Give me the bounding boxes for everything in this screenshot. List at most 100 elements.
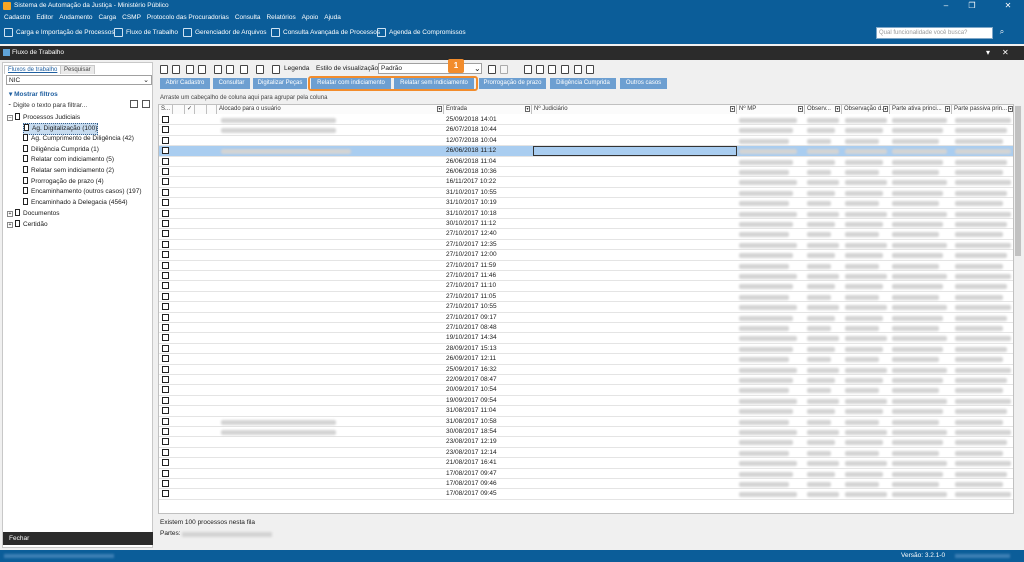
table-row[interactable]: 27/10/2017 08:48	[159, 323, 1013, 334]
row-checkbox[interactable]	[162, 168, 169, 175]
toolbar-fluxo[interactable]: Fluxo de Trabalho	[114, 28, 178, 38]
column-header-parte-ativa[interactable]: Parte ativa princi... ▾	[890, 105, 952, 114]
menu-consulta[interactable]: Consulta	[235, 12, 261, 23]
columns-icon[interactable]	[536, 65, 544, 74]
menu-csmp[interactable]: CSMP	[122, 12, 141, 23]
row-checkbox[interactable]	[162, 261, 169, 269]
filter-icon[interactable]: ▾	[798, 106, 803, 112]
tree-item-prorrogacao[interactable]: Prorrogação de prazo (4)	[23, 177, 104, 187]
minimize-icon[interactable]: –	[933, 0, 959, 12]
column-header-observacao[interactable]: Observação d... ▾	[842, 105, 890, 114]
menu-editor[interactable]: Editor	[36, 12, 53, 23]
table-row[interactable]: 26/06/2018 10:36	[159, 167, 1013, 178]
row-checkbox[interactable]	[162, 272, 169, 279]
table-row[interactable]: 23/08/2017 12:14	[159, 448, 1013, 459]
toolbar-consulta[interactable]: Consulta Avançada de Processos	[271, 28, 380, 38]
menu-andamento[interactable]: Andamento	[59, 12, 92, 23]
table-row[interactable]: 31/08/2017 11:04	[159, 406, 1013, 417]
row-checkbox[interactable]	[162, 324, 169, 331]
row-checkbox[interactable]	[162, 240, 169, 248]
table-row[interactable]: 26/06/2018 11:12	[159, 146, 1013, 157]
tree-root-documentos[interactable]: + Documentos	[7, 209, 60, 219]
row-checkbox[interactable]	[162, 303, 169, 311]
row-checkbox[interactable]	[162, 313, 169, 321]
table-row[interactable]: 28/09/2017 15:13	[159, 344, 1013, 355]
row-checkbox[interactable]	[162, 157, 169, 165]
row-checkbox[interactable]	[162, 292, 169, 300]
row-checkbox[interactable]	[162, 220, 169, 227]
row-checkbox[interactable]	[162, 355, 169, 363]
filter-icon[interactable]	[574, 65, 582, 74]
open-record-button[interactable]: Abrir Cadastro	[160, 78, 210, 89]
row-checkbox[interactable]	[162, 282, 169, 290]
scrollbar-thumb[interactable]	[1015, 106, 1021, 256]
tree-item-delegacia[interactable]: Encaminhado à Delegacia (4564)	[23, 198, 127, 208]
column-header-status[interactable]: S...	[159, 105, 173, 114]
table-row[interactable]: 27/10/2017 11:05	[159, 292, 1013, 303]
tab-pesquisar[interactable]: Pesquisar	[60, 65, 95, 74]
table-row[interactable]: 27/10/2017 11:10	[159, 281, 1013, 292]
column-header-mp[interactable]: Nº MP ▾	[737, 105, 805, 114]
column-header-parte-passiva[interactable]: Parte passiva prin... ▾	[952, 105, 1013, 114]
table-row[interactable]: 16/11/2017 10:22	[159, 177, 1013, 188]
filter-icon[interactable]: ▾	[525, 106, 530, 112]
table-row[interactable]: 19/10/2017 14:34	[159, 333, 1013, 344]
tree-item-encaminhamento[interactable]: Encaminhamento (outros casos) (197)	[23, 187, 142, 197]
table-row[interactable]: 27/10/2017 11:59	[159, 261, 1013, 271]
row-checkbox[interactable]	[162, 417, 169, 425]
column-header-user[interactable]: Alocado para o usuário ▾	[217, 105, 444, 114]
pin-icon[interactable]: ▾	[986, 48, 990, 57]
table-row[interactable]: 27/10/2017 12:35	[159, 240, 1013, 251]
toolbar-arquivos[interactable]: Gerenciador de Arquivos	[183, 28, 267, 38]
filter-icon[interactable]: ▾	[1008, 106, 1013, 112]
filter-icon[interactable]: ▾	[730, 106, 735, 112]
tree-item-diligencia[interactable]: Diligência Cumprida (1)	[23, 145, 99, 155]
tab-fluxos[interactable]: Fluxos de trabalho	[4, 65, 62, 74]
digitize-button[interactable]: Digitalizar Peças	[253, 78, 307, 89]
chevron-down-icon[interactable]: ⌄	[474, 64, 481, 73]
row-checkbox[interactable]	[162, 459, 169, 467]
column-header-checkbox[interactable]	[173, 105, 185, 114]
table-row[interactable]: 12/07/2018 10:04	[159, 136, 1013, 147]
row-checkbox[interactable]	[162, 490, 169, 498]
menu-cadastro[interactable]: Cadastro	[4, 12, 30, 23]
filter-input[interactable]: ⁃ Digite o texto para filtrar...	[6, 100, 126, 110]
tree-item-relatar-com[interactable]: Relatar com indiciamento (5)	[23, 155, 114, 165]
tree-item-cumprimento[interactable]: Ag. Cumprimento de Diligência (42)	[23, 134, 134, 144]
table-row[interactable]: 26/09/2017 12:11	[159, 354, 1013, 365]
table-row[interactable]: 31/10/2017 10:19	[159, 198, 1013, 209]
flag-icon[interactable]	[195, 105, 207, 114]
table-row[interactable]: 17/08/2017 09:46	[159, 479, 1013, 490]
row-checkbox[interactable]	[162, 251, 169, 259]
close-panel-icon[interactable]: ✕	[1002, 48, 1009, 57]
menu-carga[interactable]: Carga	[98, 12, 116, 23]
filter-icon[interactable]: ▾	[945, 106, 950, 112]
row-checkbox[interactable]	[162, 396, 169, 404]
table-row[interactable]: 31/10/2017 10:55	[159, 188, 1013, 199]
row-checkbox[interactable]	[162, 365, 169, 373]
column-header-observ[interactable]: Observ... ▾	[805, 105, 842, 114]
other-cases-button[interactable]: Outros casos	[620, 78, 667, 89]
collapse-tree-icon[interactable]	[142, 100, 150, 108]
row-checkbox[interactable]	[162, 230, 169, 238]
menu-apoio[interactable]: Apoio	[302, 12, 319, 23]
search-icon[interactable]: ⌕	[995, 27, 1009, 39]
refresh-icon[interactable]	[172, 65, 180, 74]
diligence-done-button[interactable]: Diligência Cumprida	[550, 78, 616, 89]
table-row[interactable]: 21/08/2017 16:41	[159, 458, 1013, 469]
filter-icon[interactable]: ▾	[883, 106, 888, 112]
close-button[interactable]: Fechar	[3, 532, 153, 545]
menu-protocolo[interactable]: Protocolo das Procuradorias	[147, 12, 229, 23]
tile-icon[interactable]	[524, 65, 532, 74]
table-row[interactable]: 27/10/2017 09:17	[159, 313, 1013, 323]
table-row[interactable]: 27/10/2017 12:40	[159, 229, 1013, 240]
legend-icon[interactable]	[272, 65, 280, 74]
row-checkbox[interactable]	[162, 376, 169, 383]
table-row[interactable]: 17/08/2017 09:47	[159, 469, 1013, 479]
list-icon[interactable]	[548, 65, 556, 74]
row-checkbox[interactable]	[162, 407, 169, 415]
settings-icon[interactable]	[256, 65, 264, 74]
row-checkbox[interactable]	[162, 126, 169, 134]
paste-icon[interactable]	[198, 65, 206, 74]
table-row[interactable]: 31/08/2017 10:58	[159, 417, 1013, 427]
